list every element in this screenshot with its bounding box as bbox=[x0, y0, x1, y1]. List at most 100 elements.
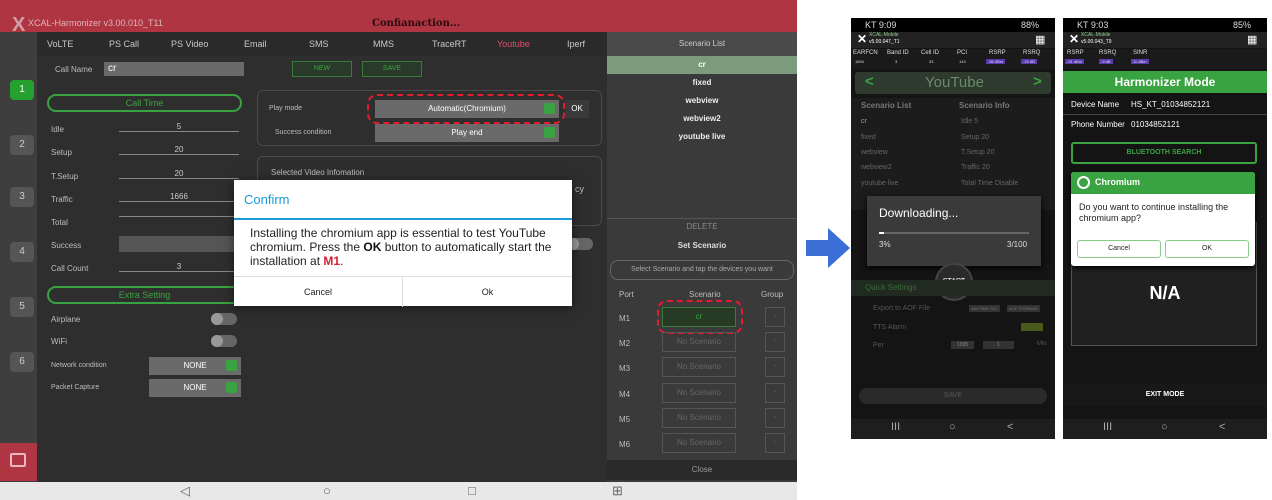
download-percent: 3% bbox=[879, 240, 891, 249]
call-name-input[interactable]: cr bbox=[104, 62, 244, 76]
home-icon[interactable]: ○ bbox=[323, 482, 331, 500]
phone-2-status-bar: KT 9:03 85% bbox=[1063, 18, 1267, 32]
chromium-cancel-button[interactable]: Cancel bbox=[1077, 240, 1161, 258]
phone-save-button[interactable]: SAVE bbox=[859, 388, 1047, 404]
step-2-button[interactable]: 2 bbox=[10, 135, 34, 155]
status-time: KT 9:09 bbox=[865, 20, 897, 30]
port-m2-scenario[interactable]: No Scenario bbox=[662, 332, 736, 352]
chromium-ok-button[interactable]: OK bbox=[1165, 240, 1249, 258]
per-value-2[interactable]: 1 bbox=[983, 341, 1014, 349]
export-option-1[interactable]: ANYTIME TEC bbox=[969, 305, 1000, 312]
close-button[interactable]: Close bbox=[607, 460, 797, 480]
scenario-item-webview2[interactable]: webview2 bbox=[607, 110, 797, 128]
recent-apps-icon[interactable]: III bbox=[891, 421, 900, 433]
airplane-toggle[interactable] bbox=[211, 313, 237, 325]
network-condition-value: NONE bbox=[183, 361, 207, 370]
back-icon[interactable]: < bbox=[1219, 421, 1225, 433]
step-6-button[interactable]: 6 bbox=[10, 352, 34, 372]
setup-label: Setup bbox=[51, 148, 72, 157]
ph-scenario-webview2[interactable]: webview2 bbox=[861, 164, 892, 171]
screenshot-root: X XCAL-Harmonizer v3.00.010_T11 Confiana… bbox=[0, 0, 1272, 500]
port-m6-scenario[interactable]: No Scenario bbox=[662, 433, 736, 453]
export-option-2[interactable]: AOF STORAGE bbox=[1007, 305, 1040, 312]
port-m5-group[interactable]: - bbox=[765, 408, 785, 428]
call-count-value[interactable]: 3 bbox=[119, 262, 239, 272]
tts-set-button[interactable]: SET bbox=[1021, 323, 1043, 331]
per-unit: Min bbox=[1037, 341, 1047, 347]
calendar-icon[interactable] bbox=[10, 453, 26, 467]
selected-video-label: Selected Video Infomation bbox=[271, 168, 365, 177]
ph-scenario-cr[interactable]: cr bbox=[861, 118, 867, 125]
cell-rsrq-label: RSRQ bbox=[1023, 50, 1041, 56]
app-header: ✕ XCAL-Mobile v5.00.047_T1 ▦ bbox=[851, 32, 1055, 48]
step-5-button[interactable]: 5 bbox=[10, 297, 34, 317]
idle-value[interactable]: 5 bbox=[119, 122, 239, 132]
xcal-logo-icon: ✕ bbox=[857, 32, 868, 46]
multi-window-icon[interactable]: ⊞ bbox=[612, 482, 623, 500]
scenario-item-cr[interactable]: cr bbox=[607, 56, 797, 74]
tab-iperf[interactable]: Iperf bbox=[567, 39, 585, 49]
port-m1-group[interactable]: - bbox=[765, 307, 785, 327]
tab-tracert[interactable]: TraceRT bbox=[432, 39, 467, 49]
tab-volte[interactable]: VoLTE bbox=[47, 39, 73, 49]
tab-ps-call[interactable]: PS Call bbox=[109, 39, 139, 49]
port-m4-group[interactable]: - bbox=[765, 383, 785, 403]
port-m3-group[interactable]: - bbox=[765, 357, 785, 377]
play-mode-ok-button[interactable]: OK bbox=[565, 100, 589, 118]
dialog-ok-button[interactable]: Ok bbox=[403, 277, 572, 307]
tab-email[interactable]: Email bbox=[244, 39, 267, 49]
ph-scenario-fixed[interactable]: fixed bbox=[861, 134, 876, 141]
home-icon[interactable]: ○ bbox=[949, 421, 956, 433]
step-1-button[interactable]: 1 bbox=[10, 80, 34, 100]
battery-level: 88% bbox=[1021, 20, 1040, 30]
new-button[interactable]: NEW bbox=[292, 61, 352, 77]
success-condition-select[interactable]: Play end bbox=[375, 124, 559, 142]
traffic-value[interactable]: 1666 bbox=[119, 192, 239, 202]
step-3-button[interactable]: 3 bbox=[10, 187, 34, 207]
bluetooth-search-button[interactable]: BLUETOOTH SEARCH bbox=[1071, 142, 1257, 164]
dialog-cancel-button[interactable]: Cancel bbox=[234, 277, 403, 307]
ph-scenario-webview[interactable]: webview bbox=[861, 149, 888, 156]
scenario-item-fixed[interactable]: fixed bbox=[607, 74, 797, 92]
cell-band-label: Band ID bbox=[887, 50, 909, 56]
delete-button[interactable]: DELETE bbox=[607, 218, 797, 234]
network-condition-select[interactable]: NONE bbox=[149, 357, 241, 375]
ph-scenario-youtube-live[interactable]: youtube live bbox=[861, 180, 898, 187]
step-4-button[interactable]: 4 bbox=[10, 242, 34, 262]
tab-youtube[interactable]: Youtube bbox=[497, 39, 530, 49]
prev-arrow-icon[interactable]: < bbox=[865, 73, 874, 90]
device-name-label: Device Name bbox=[1071, 100, 1120, 109]
chromium-dialog-header: Chromium bbox=[1071, 172, 1255, 194]
port-m5-scenario[interactable]: No Scenario bbox=[662, 408, 736, 428]
wifi-toggle[interactable] bbox=[211, 335, 237, 347]
recent-apps-icon[interactable]: III bbox=[1103, 421, 1112, 433]
port-m4-scenario[interactable]: No Scenario bbox=[662, 383, 736, 403]
phone-number-value: 01034852121 bbox=[1131, 120, 1180, 129]
port-m6-group[interactable]: - bbox=[765, 433, 785, 453]
grid-menu-icon[interactable]: ▦ bbox=[1035, 33, 1045, 46]
scenario-section: Scenario List Scenario Info cr fixed web… bbox=[851, 98, 1055, 210]
tab-ps-video[interactable]: PS Video bbox=[171, 39, 208, 49]
next-arrow-icon[interactable]: > bbox=[1033, 73, 1042, 90]
scenario-item-webview[interactable]: webview bbox=[607, 92, 797, 110]
exit-mode-button[interactable]: EXIT MODE bbox=[1063, 384, 1267, 406]
tsetup-value[interactable]: 20 bbox=[119, 169, 239, 179]
port-m3-label: M3 bbox=[619, 364, 631, 373]
dropdown-icon bbox=[544, 127, 555, 138]
packet-capture-select[interactable]: NONE bbox=[149, 379, 241, 397]
back-icon[interactable]: ◁ bbox=[180, 482, 190, 500]
per-value-1[interactable]: 1995 bbox=[951, 341, 975, 349]
app-title: XCAL-Harmonizer v3.00.010_T11 bbox=[28, 18, 163, 28]
port-m3-scenario[interactable]: No Scenario bbox=[662, 357, 736, 377]
tab-sms[interactable]: SMS bbox=[309, 39, 329, 49]
save-button[interactable]: SAVE bbox=[362, 61, 422, 77]
recent-apps-icon[interactable]: □ bbox=[468, 482, 476, 500]
home-icon[interactable]: ○ bbox=[1161, 421, 1168, 433]
back-icon[interactable]: < bbox=[1007, 421, 1013, 433]
setup-value[interactable]: 20 bbox=[119, 145, 239, 155]
port-m2-group[interactable]: - bbox=[765, 332, 785, 352]
info-traffic: Traffic 20 bbox=[961, 164, 990, 171]
scenario-item-youtube-live[interactable]: youtube live bbox=[607, 128, 797, 146]
tab-mms[interactable]: MMS bbox=[373, 39, 394, 49]
grid-menu-icon[interactable]: ▦ bbox=[1247, 33, 1257, 46]
